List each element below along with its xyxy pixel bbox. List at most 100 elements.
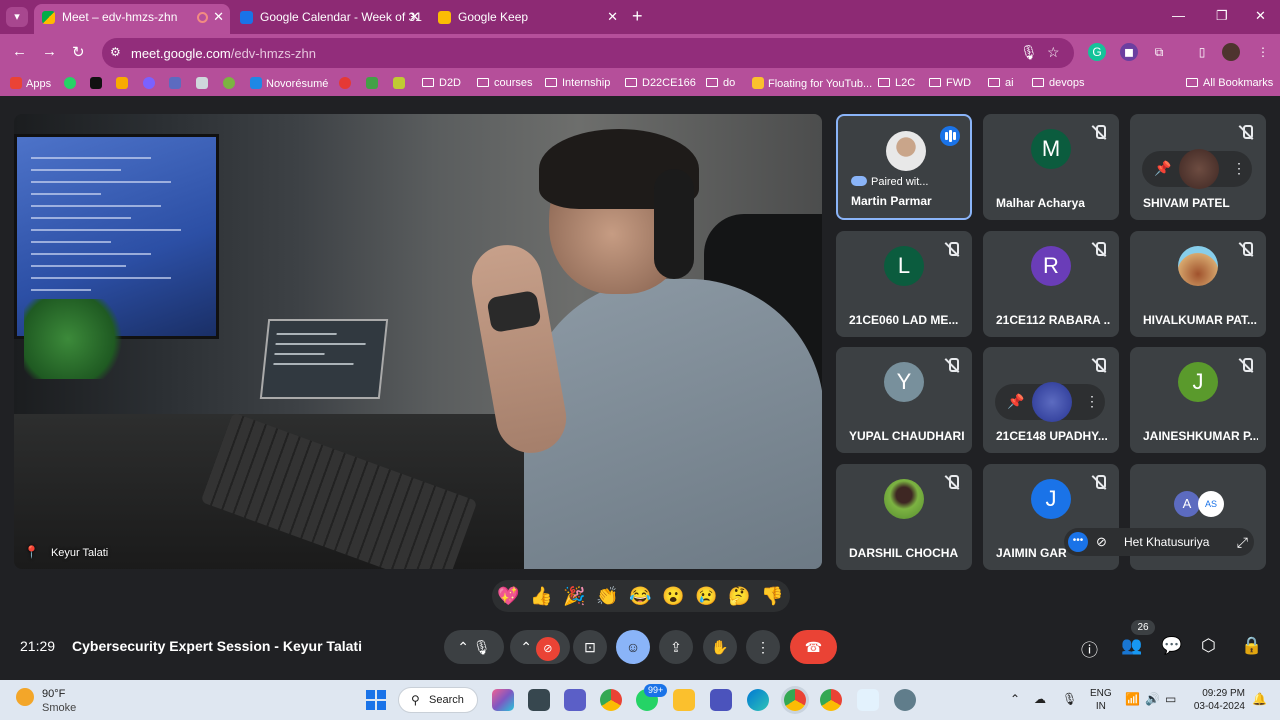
- bookmark-globe[interactable]: [223, 77, 239, 90]
- meeting-details-icon[interactable]: ⓘ: [1081, 636, 1098, 661]
- chevron-up-icon[interactable]: ⌃: [520, 639, 532, 655]
- activities-icon[interactable]: ⬡: [1201, 636, 1216, 656]
- participant-tile[interactable]: 📌 ⋮ 21CE148 UPADHY...: [983, 347, 1119, 453]
- bookmark-heart[interactable]: [339, 77, 355, 90]
- bookmark-medium[interactable]: [90, 77, 106, 90]
- bookmark-folder-l2c[interactable]: L2C: [878, 77, 915, 89]
- all-bookmarks[interactable]: All Bookmarks: [1186, 77, 1273, 89]
- self-view-pill[interactable]: ••• ⊘ Het Khatusuriya ⤢: [1064, 528, 1254, 556]
- back-button[interactable]: ←: [12, 43, 27, 60]
- reaction-thinking[interactable]: 🤔: [728, 586, 750, 606]
- bookmark-folder-do[interactable]: do: [706, 77, 735, 89]
- bookmark-folder-devops[interactable]: devops: [1032, 77, 1084, 89]
- volume-icon[interactable]: 🔊: [1145, 692, 1160, 706]
- chat-icon[interactable]: 💬: [1161, 636, 1182, 656]
- captions-button[interactable]: ⊡: [573, 630, 607, 664]
- tab-calendar[interactable]: Google Calendar - Week of 31 I ✕: [232, 4, 426, 34]
- present-button[interactable]: ⇪: [659, 630, 693, 664]
- bookmark-leaf[interactable]: [366, 77, 382, 90]
- language-indicator[interactable]: ENG IN: [1090, 687, 1112, 713]
- reload-button[interactable]: ↻: [72, 43, 85, 61]
- forward-button[interactable]: →: [42, 43, 57, 60]
- file-explorer-icon[interactable]: [673, 689, 695, 711]
- more-options-button[interactable]: ⋮: [746, 630, 780, 664]
- more-options-icon[interactable]: ⋮: [1232, 160, 1246, 177]
- reaction-sad[interactable]: 😢: [695, 586, 717, 606]
- more-options-icon[interactable]: ⋮: [1085, 393, 1099, 410]
- minimize-button[interactable]: —: [1172, 8, 1185, 23]
- bookmark-folder-ai[interactable]: ai: [988, 77, 1014, 89]
- participant-tile[interactable]: DARSHIL CHOCHA: [836, 464, 972, 570]
- chrome-profile2-app-icon[interactable]: [820, 689, 842, 711]
- wifi-icon[interactable]: 📶: [1125, 692, 1140, 706]
- participant-tile[interactable]: HIVALKUMAR PAT...: [1130, 231, 1266, 337]
- profile-avatar[interactable]: [1222, 43, 1240, 61]
- pin-icon[interactable]: 📍: [24, 545, 39, 559]
- chevron-up-icon[interactable]: ⌃: [1010, 692, 1020, 706]
- reaction-heart[interactable]: 💖: [497, 586, 519, 606]
- bookmark-site[interactable]: [143, 77, 159, 90]
- microphone-button[interactable]: ⌃ 🎙: [444, 630, 504, 664]
- extensions-puzzle-icon[interactable]: ⧉: [1150, 43, 1168, 61]
- close-window-button[interactable]: ✕: [1255, 8, 1266, 24]
- maximize-button[interactable]: ❐: [1216, 8, 1228, 24]
- address-bar[interactable]: ⚙ meet.google.com/edv-hmzs-zhn 🎙 ☆: [102, 38, 1074, 68]
- microphone-tray-icon[interactable]: 🎙: [1062, 692, 1077, 706]
- bookmark-analytics[interactable]: [116, 77, 132, 90]
- leave-call-button[interactable]: ☎: [790, 630, 837, 664]
- chrome-menu-icon[interactable]: ⋮: [1254, 43, 1272, 61]
- bookmark-novoresume[interactable]: Novorésumé: [250, 77, 328, 90]
- network-tray-icon[interactable]: ☁: [1034, 692, 1046, 706]
- bookmark-whatsapp[interactable]: [64, 77, 80, 90]
- reaction-party[interactable]: 🎉: [563, 586, 585, 606]
- bookmark-folder-internship[interactable]: Internship: [545, 77, 610, 89]
- pin-icon[interactable]: 📌: [1007, 393, 1024, 410]
- close-icon[interactable]: ✕: [213, 4, 224, 30]
- reaction-thumbs-up[interactable]: 👍: [530, 586, 552, 606]
- grammarly-extension-icon[interactable]: G: [1088, 43, 1106, 61]
- url-text[interactable]: meet.google.com/edv-hmzs-zhn: [131, 46, 316, 61]
- settings-app-icon[interactable]: [894, 689, 916, 711]
- taskbar-search[interactable]: ⚲ Search: [398, 687, 478, 713]
- bookmark-folder-fwd[interactable]: FWD: [929, 77, 971, 89]
- bookmark-folder-d2d[interactable]: D2D: [422, 77, 461, 89]
- bookmark-star-icon[interactable]: ☆: [1047, 44, 1060, 61]
- participant-tile[interactable]: L 21CE060 LAD ME...: [836, 231, 972, 337]
- bookmark-floating-youtube[interactable]: Floating for YouTub...: [752, 77, 872, 90]
- edge-app-icon[interactable]: [747, 689, 769, 711]
- main-speaker-video[interactable]: 📍 Keyur Talati: [14, 114, 822, 569]
- site-info-icon[interactable]: ⚙: [110, 45, 121, 59]
- close-icon[interactable]: ✕: [409, 4, 420, 30]
- chevron-up-icon[interactable]: ⌃: [457, 639, 469, 655]
- reaction-clap[interactable]: 👏: [596, 586, 618, 606]
- close-icon[interactable]: ✕: [607, 4, 618, 30]
- file-app-icon[interactable]: [528, 689, 550, 711]
- weather-widget[interactable]: 90°F Smoke: [16, 688, 76, 714]
- raise-hand-button[interactable]: ✋: [703, 630, 737, 664]
- notifications-bell-icon[interactable]: 🔔: [1252, 692, 1267, 706]
- reaction-surprised[interactable]: 😮: [662, 586, 684, 606]
- participant-tile[interactable]: M Malhar Acharya: [983, 114, 1119, 220]
- teams-work-app-icon[interactable]: [710, 689, 732, 711]
- chrome-profile-app-icon[interactable]: [784, 689, 806, 711]
- participant-tile[interactable]: R 21CE112 RABARA ...: [983, 231, 1119, 337]
- reactions-button[interactable]: ☺: [616, 630, 650, 664]
- more-options-icon[interactable]: •••: [1068, 532, 1088, 552]
- people-icon[interactable]: 👥: [1121, 636, 1142, 656]
- bookmark-brand[interactable]: [393, 77, 409, 90]
- chrome-app-icon[interactable]: [600, 689, 622, 711]
- teams-app-icon[interactable]: [564, 689, 586, 711]
- bookmark-apps[interactable]: Apps: [10, 77, 51, 90]
- pin-icon[interactable]: 📌: [1154, 160, 1171, 177]
- taskbar-clock[interactable]: 09:29 PM 03-04-2024: [1190, 687, 1245, 713]
- participant-tile[interactable]: Paired wit... Martin Parmar: [836, 114, 972, 220]
- bookmark-folder-courses[interactable]: courses: [477, 77, 533, 89]
- tab-meet[interactable]: Meet – edv-hmzs-zhn ✕: [34, 4, 230, 34]
- reaction-laugh[interactable]: 😂: [629, 586, 651, 606]
- tab-search-button[interactable]: ▾: [6, 7, 28, 27]
- participant-tile[interactable]: Y YUPAL CHAUDHARI: [836, 347, 972, 453]
- participant-tile[interactable]: J JAINESHKUMAR P...: [1130, 347, 1266, 453]
- bookmark-folder-d22ce166[interactable]: D22CE166: [625, 77, 696, 89]
- tab-keep[interactable]: Google Keep ✕: [430, 4, 624, 34]
- camera-button[interactable]: ⌃ ⊘: [510, 630, 570, 664]
